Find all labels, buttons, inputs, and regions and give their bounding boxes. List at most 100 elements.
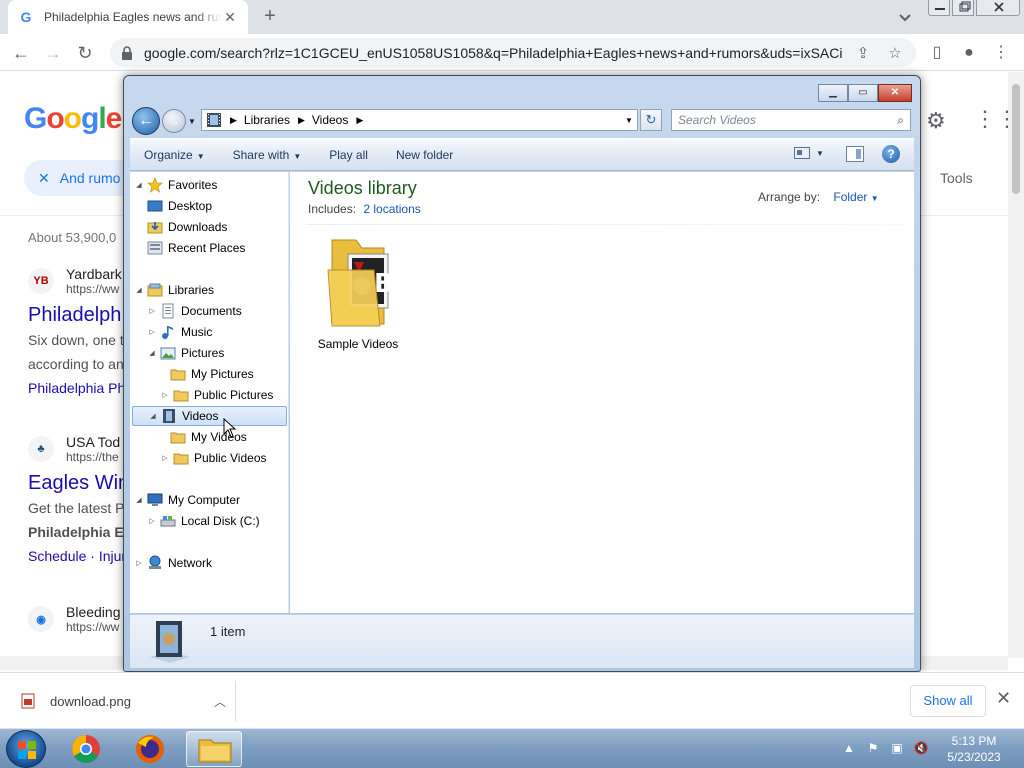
expanded-arrow-icon[interactable]: ◢ [134,496,144,504]
new-tab-button[interactable]: + [258,4,282,28]
site-name[interactable]: Yardbark [66,266,122,282]
forward-arrow-icon[interactable]: → [162,109,186,133]
search-icon[interactable]: ⌕ [897,113,904,128]
history-dropdown-icon[interactable]: ▼ [188,117,196,126]
new-folder-button[interactable]: New folder [382,148,467,162]
expanded-arrow-icon[interactable]: ◢ [134,286,144,294]
address-bar[interactable]: google.com/search?rlz=1C1GCEU_enUS1058US… [110,38,916,67]
close-icon[interactable]: ✕ [996,688,1011,709]
nav-item-downloads[interactable]: Downloads [147,217,227,237]
reload-icon[interactable]: ↻ [72,40,98,66]
back-arrow-icon[interactable]: ← [132,107,160,135]
nav-item-network[interactable]: ▷ Network [134,553,212,573]
explorer-search-input[interactable]: Search Videos ⌕ [671,109,911,131]
result-title-link[interactable]: Eagles Win [28,472,131,495]
side-panel-icon[interactable]: ▯ [924,40,950,66]
tools-button[interactable]: Tools [940,170,973,186]
chevron-up-icon[interactable]: ︿ [205,693,235,710]
nav-label: Network [168,556,213,570]
profile-avatar-icon[interactable]: ● [956,40,982,66]
locations-link[interactable]: 2 locations [363,202,420,216]
breadcrumb-arrow-icon[interactable]: ▶ [228,115,244,126]
breadcrumb-arrow-icon[interactable]: ▶ [354,115,370,126]
tab-search-chevron-icon[interactable] [896,8,914,26]
show-hidden-icons-arrow[interactable]: ▲ [840,741,858,757]
help-icon[interactable]: ? [882,145,900,163]
clock[interactable]: 5:13 PM 5/23/2023 [934,733,1014,765]
nav-item-local-disk[interactable]: ▷ Local Disk (C:) [147,511,259,531]
gear-icon[interactable]: ⚙ [926,108,946,134]
taskbar-explorer[interactable] [186,731,242,767]
breadcrumb-libraries[interactable]: Libraries [244,113,296,127]
collapsed-arrow-icon[interactable]: ▷ [160,454,170,462]
tab-close-icon[interactable]: ✕ [222,9,238,26]
site-name[interactable]: USA Tod [66,434,120,450]
arrange-dropdown[interactable]: Folder ▼ [833,190,878,204]
share-icon[interactable]: ⇪ [852,44,874,62]
collapsed-arrow-icon[interactable]: ▷ [134,559,144,567]
collapsed-arrow-icon[interactable]: ▷ [160,391,170,399]
collapsed-arrow-icon[interactable]: ▷ [147,307,157,315]
breadcrumb-videos[interactable]: Videos [312,113,354,127]
collapsed-arrow-icon[interactable]: ▷ [147,517,157,525]
collapsed-arrow-icon[interactable]: ▷ [147,328,157,336]
google-logo[interactable]: Google [24,102,122,136]
folder-icon [173,453,189,465]
explorer-maximize-button[interactable]: ▭ [848,84,878,102]
nav-item-my-computer[interactable]: ◢ My Computer [134,490,240,510]
result-sitelink[interactable]: Schedule · Injur [28,545,131,567]
expanded-arrow-icon[interactable]: ◢ [148,412,158,420]
nav-item-desktop[interactable]: Desktop [147,196,212,216]
play-all-button[interactable]: Play all [315,148,382,162]
explorer-close-button[interactable]: ✕ [878,84,912,102]
nav-item-public-pictures[interactable]: ▷ Public Pictures [160,385,273,405]
nav-item-my-pictures[interactable]: My Pictures [170,364,254,384]
browser-tab-strip: G Philadelphia Eagles news and rumors ✕ … [0,0,1024,34]
refresh-icon[interactable]: ↻ [640,109,662,131]
nav-item-documents[interactable]: ▷ Documents [147,301,242,321]
nav-item-music[interactable]: ▷ Music [147,322,212,342]
download-item[interactable]: download.png ︿ [8,681,236,721]
share-with-button[interactable]: Share with ▼ [219,148,316,162]
restore-button[interactable] [952,0,974,16]
chevron-down-icon[interactable]: ▼ [816,149,824,158]
expanded-arrow-icon[interactable]: ◢ [134,181,144,189]
scrollbar-thumb[interactable] [1012,84,1020,194]
volume-muted-icon[interactable]: 🔇 [912,741,930,757]
nav-item-favorites[interactable]: ◢ Favorites [134,175,217,195]
breadcrumb-arrow-icon[interactable]: ▶ [296,115,312,126]
more-menu-icon[interactable]: ⋮ [988,40,1014,66]
change-view-button[interactable]: ▼ [794,147,824,159]
nav-item-recent-places[interactable]: Recent Places [147,238,245,258]
folder-item-sample-videos[interactable]: B Sample Videos [314,232,402,351]
result-title-link[interactable]: Philadelph [28,304,125,327]
browser-tab[interactable]: G Philadelphia Eagles news and rumors ✕ [8,0,248,34]
result-sitelink[interactable]: Philadelphia Ph [28,377,125,399]
arrange-label: Arrange by: [758,190,821,204]
vertical-scrollbar[interactable] [1008,72,1024,658]
taskbar-chrome[interactable] [58,731,114,767]
nav-item-libraries[interactable]: ◢ Libraries [134,280,214,300]
explorer-address-bar[interactable]: ▶ Libraries ▶ Videos ▶ ▼ [201,109,638,131]
chip-close-icon[interactable]: ✕ [38,170,50,187]
organize-button[interactable]: Organize ▼ [130,148,219,162]
nav-item-pictures[interactable]: ◢ Pictures [147,343,224,363]
close-window-button[interactable] [976,0,1020,16]
show-all-button[interactable]: Show all [910,685,986,717]
nav-item-videos[interactable]: ◢ Videos [132,406,287,426]
minimize-button[interactable] [928,0,950,16]
back-arrow-icon[interactable]: ← [8,40,34,66]
address-dropdown-icon[interactable]: ▼ [621,116,637,125]
nav-item-public-videos[interactable]: ▷ Public Videos [160,448,266,468]
start-button[interactable] [6,730,46,768]
expanded-arrow-icon[interactable]: ◢ [147,349,157,357]
preview-pane-icon[interactable] [846,146,864,162]
clock-time: 5:13 PM [951,734,997,748]
action-center-flag-icon[interactable]: ⚑ [864,741,882,757]
explorer-minimize-button[interactable]: ▁ [818,84,848,102]
network-icon[interactable]: ▣ [888,741,906,757]
site-name[interactable]: Bleeding [66,604,121,620]
taskbar-firefox[interactable] [122,731,178,767]
bookmark-star-icon[interactable]: ☆ [884,44,906,62]
forward-arrow-icon[interactable]: → [40,40,66,66]
